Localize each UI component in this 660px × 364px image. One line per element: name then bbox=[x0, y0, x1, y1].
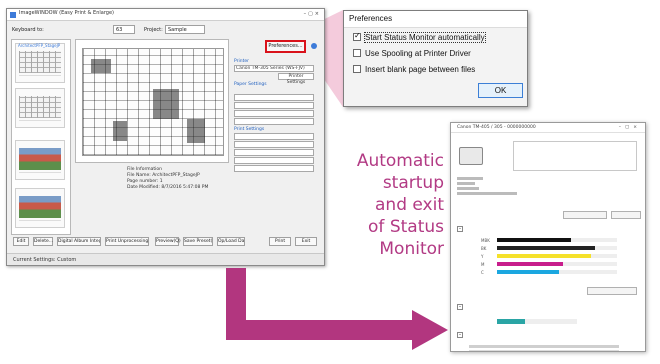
flow-arrow bbox=[226, 268, 448, 350]
